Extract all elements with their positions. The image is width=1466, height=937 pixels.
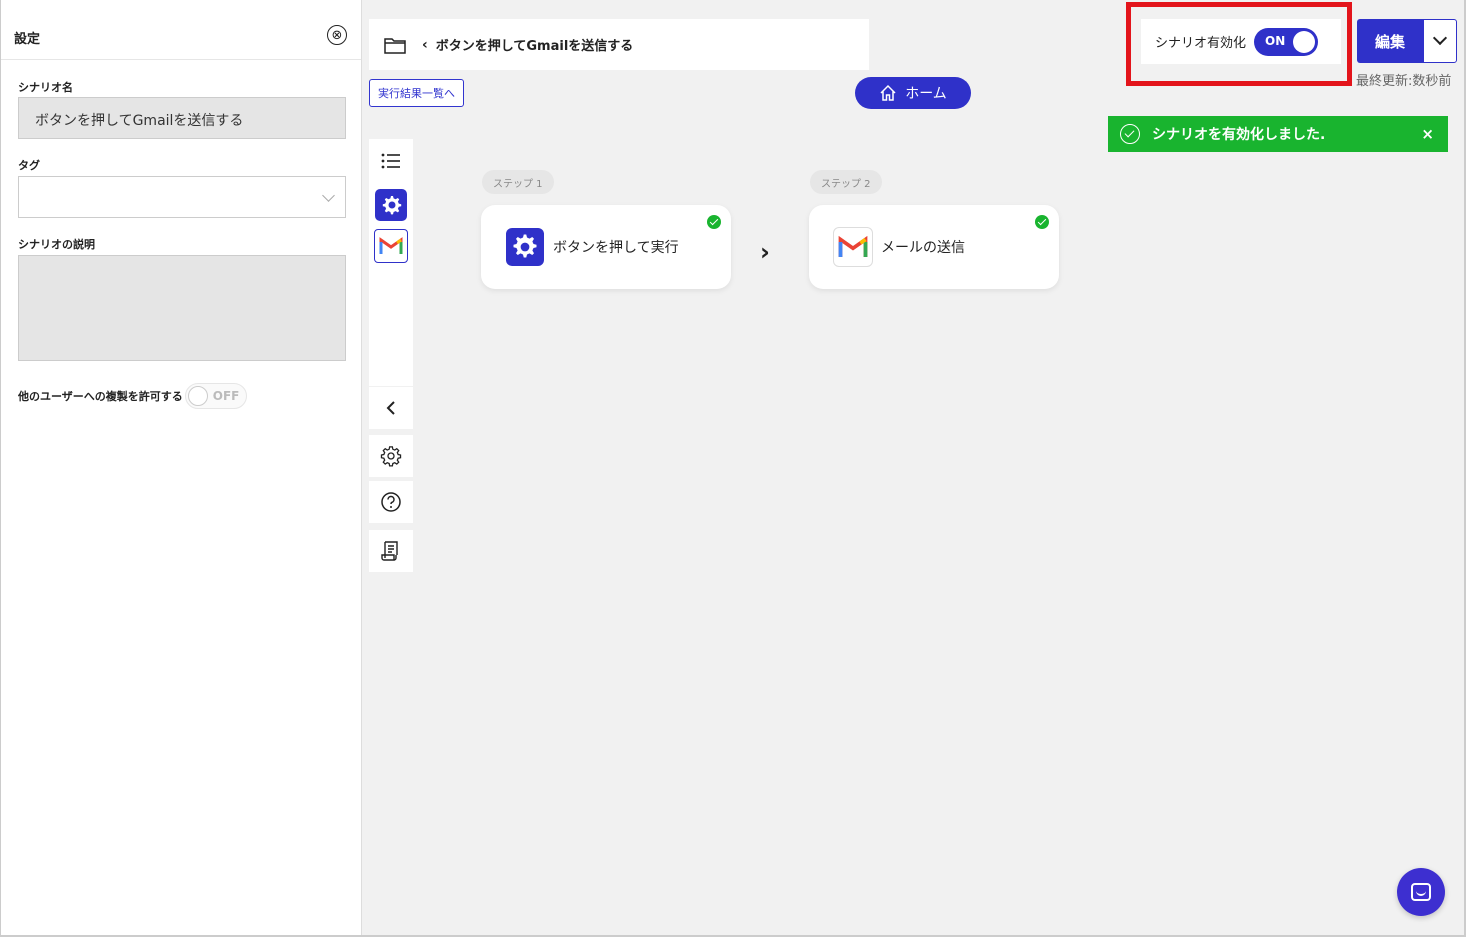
description-textarea[interactable] xyxy=(18,255,346,361)
tag-label: タグ xyxy=(18,159,40,172)
step-toolbar xyxy=(369,139,413,386)
collapse-button[interactable] xyxy=(369,387,413,429)
toggle-knob xyxy=(1293,30,1316,53)
scenario-name-label: シナリオ名 xyxy=(18,81,73,94)
gmail-icon xyxy=(374,229,408,263)
copy-permission-label: 他のユーザーへの複製を許可する xyxy=(18,390,183,403)
edit-dropdown-button[interactable] xyxy=(1423,19,1457,63)
toast-message: シナリオを有効化しました. xyxy=(1152,127,1326,143)
gear-icon xyxy=(505,227,545,267)
chevron-down-icon xyxy=(1432,30,1448,46)
copy-permission-row: 他のユーザーへの複製を許可する OFF xyxy=(18,383,247,409)
last-updated-text: 最終更新:数秒前 xyxy=(1356,74,1452,89)
home-button[interactable]: ホーム xyxy=(855,77,971,109)
step-badge: ステップ 1 xyxy=(482,170,554,194)
toggle-state-text: ON xyxy=(1265,33,1286,48)
log-button[interactable] xyxy=(369,530,413,572)
folder-icon[interactable] xyxy=(384,37,406,54)
chevron-left-icon xyxy=(386,401,395,415)
help-icon xyxy=(381,492,401,512)
gmail-icon xyxy=(833,227,873,267)
scenario-title: ボタンを押してGmailを送信する xyxy=(435,39,634,54)
scenario-name-field[interactable]: ボタンを押してGmailを送信する xyxy=(18,97,346,139)
step-2-shortcut[interactable] xyxy=(374,229,408,263)
chevron-right-icon: › xyxy=(760,238,770,266)
copy-permission-toggle[interactable]: OFF xyxy=(184,383,247,409)
back-chevron-icon[interactable]: ‹ xyxy=(422,37,428,53)
description-label: シナリオの説明 xyxy=(18,238,95,251)
tag-select[interactable] xyxy=(18,176,346,218)
toggle-knob xyxy=(187,386,208,406)
step-label: ボタンを押して実行 xyxy=(553,240,679,256)
settings-panel: 設定 ⊗ シナリオ名 ボタンを押してGmailを送信する タグ シナリオの説明 … xyxy=(0,0,362,937)
step-label: メールの送信 xyxy=(881,240,965,256)
help-button[interactable] xyxy=(369,481,413,523)
home-label: ホーム xyxy=(905,86,947,102)
check-icon xyxy=(707,215,721,229)
step-1-shortcut[interactable] xyxy=(374,188,408,222)
chat-icon xyxy=(1411,883,1431,901)
settings-title: 設定 xyxy=(14,32,41,47)
chevron-down-icon xyxy=(322,189,335,202)
check-circle-icon xyxy=(1120,124,1140,144)
chat-button[interactable] xyxy=(1397,868,1445,916)
settings-header: 設定 ⊗ xyxy=(1,0,361,60)
list-icon[interactable] xyxy=(374,144,408,178)
toggle-state-text: OFF xyxy=(212,389,240,403)
activation-label: シナリオ有効化 xyxy=(1155,36,1247,51)
step-badge: ステップ 2 xyxy=(810,170,882,194)
activation-card: シナリオ有効化 ON xyxy=(1141,19,1341,64)
step-card[interactable]: メールの送信 xyxy=(809,205,1059,289)
gear-outline-icon xyxy=(380,446,402,467)
document-icon xyxy=(381,541,398,561)
home-icon xyxy=(880,84,896,101)
edit-button-group: 編集 xyxy=(1357,19,1457,63)
success-toast: シナリオを有効化しました. × xyxy=(1108,116,1448,152)
scenario-title-bar: ‹ ボタンを押してGmailを送信する xyxy=(369,19,869,70)
results-list-link[interactable]: 実行結果一覧へ xyxy=(369,79,464,107)
step-card[interactable]: ボタンを押して実行 xyxy=(481,205,731,289)
close-icon[interactable]: × xyxy=(1421,125,1434,143)
gear-icon xyxy=(375,189,407,221)
check-icon xyxy=(1035,215,1049,229)
activation-toggle[interactable]: ON xyxy=(1254,27,1319,56)
edit-button[interactable]: 編集 xyxy=(1357,19,1423,63)
settings-button[interactable] xyxy=(369,435,413,477)
close-icon[interactable]: ⊗ xyxy=(327,25,347,45)
